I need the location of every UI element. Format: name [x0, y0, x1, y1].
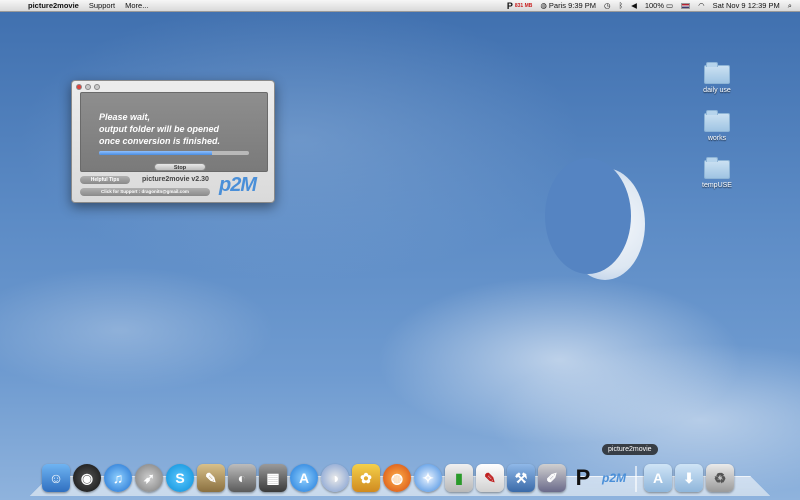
folder-label: works — [707, 135, 727, 142]
desktop-folder-daily-use[interactable]: daily use — [694, 62, 740, 94]
p2m-dock-icon[interactable]: p2M — [600, 464, 628, 492]
dock-tooltip: picture2movie — [602, 444, 658, 455]
time-machine-icon[interactable]: ◷ — [604, 0, 611, 12]
menu-app-name[interactable]: picture2movie — [28, 0, 79, 12]
battery-status[interactable]: 100% ▭ — [645, 0, 673, 12]
charts-icon[interactable]: ▮ — [445, 464, 473, 492]
itunes-icon[interactable]: ♫ — [104, 464, 132, 492]
brush-icon[interactable]: ✐ — [538, 464, 566, 492]
p-icon: P — [506, 0, 513, 11]
wifi-icon[interactable]: ◠ — [698, 0, 705, 12]
folder-label: tempUSE — [702, 182, 732, 189]
input-source[interactable] — [681, 2, 691, 9]
textedit-icon[interactable]: ✎ — [476, 464, 504, 492]
xcode-icon[interactable]: ⚒ — [507, 464, 535, 492]
battery-icon: ▭ — [666, 0, 674, 10]
folder-icon — [704, 157, 730, 179]
dashboard-icon[interactable]: ◉ — [73, 464, 101, 492]
status-message: Please wait, output folder will be opene… — [99, 111, 264, 147]
folder-label: daily use — [703, 87, 731, 94]
memory-status[interactable]: P 831 MB — [507, 0, 533, 12]
firefox-icon[interactable]: ◍ — [383, 464, 411, 492]
desktop-background — [0, 0, 800, 500]
stop-button[interactable]: Stop — [154, 163, 206, 171]
preview-icon[interactable]: ✎ — [197, 464, 225, 492]
helpful-tips-button[interactable]: Helpful Tips — [80, 176, 130, 184]
status-panel: Please wait, output folder will be opene… — [80, 92, 268, 172]
trash-icon[interactable]: ♻ — [706, 464, 734, 492]
us-flag-icon — [681, 2, 691, 9]
paint-icon[interactable]: ✿ — [352, 464, 380, 492]
google-earth-icon[interactable]: ◑ — [321, 464, 349, 492]
status-message-line2: output folder will be opened — [99, 124, 219, 134]
photo-booth-icon[interactable]: ▦ — [259, 464, 287, 492]
launchpad-icon[interactable]: ➶ — [135, 464, 163, 492]
menu-status-area: P 831 MB ◍ Paris 9:39 PM ◷ ᛒ ◀ 100% ▭ ◠ … — [507, 0, 800, 12]
zoom-button[interactable] — [94, 84, 100, 90]
support-button[interactable]: Click for Support : dragonitn@gmail.com — [80, 188, 210, 196]
window-controls — [76, 84, 100, 90]
conversion-progress-bar — [99, 151, 249, 155]
applications-stack-icon[interactable]: A — [644, 464, 672, 492]
menu-more[interactable]: More... — [125, 0, 148, 12]
clock[interactable]: Sat Nov 9 12:39 PM — [713, 0, 780, 12]
desktop-folder-works[interactable]: works — [694, 110, 740, 142]
menu-support[interactable]: Support — [89, 0, 115, 12]
facetime-icon[interactable]: ◐ — [228, 464, 256, 492]
finder-icon[interactable]: ☺ — [42, 464, 70, 492]
folder-icon — [704, 110, 730, 132]
folder-icon — [704, 62, 730, 84]
spotlight-search-icon[interactable]: ⌕ — [788, 0, 792, 12]
dock-divider — [635, 466, 637, 492]
status-message-line1: Please wait, — [99, 112, 151, 122]
p2m-logo: p2M — [219, 174, 257, 196]
picture2movie-window: Please wait, output folder will be opene… — [71, 80, 275, 203]
moon-shadow — [545, 158, 631, 274]
skype-icon[interactable]: S — [166, 464, 194, 492]
desktop-folder-tempuse[interactable]: tempUSE — [694, 157, 740, 189]
memory-value: 831 MB — [514, 2, 533, 9]
app-store-icon[interactable]: A — [290, 464, 318, 492]
globe-icon: ◍ — [540, 0, 547, 10]
dock: ☺ ◉ ♫ ➶ S ✎ ◐ ▦ A ◑ ✿ ◍ ✧ ▮ ✎ ⚒ ✐ P p2M … — [42, 460, 734, 492]
close-button[interactable] — [76, 84, 82, 90]
version-label: picture2movie v2.30 — [142, 176, 209, 183]
downloads-stack-icon[interactable]: ⬇ — [675, 464, 703, 492]
safari-icon[interactable]: ✧ — [414, 464, 442, 492]
p-app-icon[interactable]: P — [569, 464, 597, 492]
battery-label: 100% — [644, 0, 665, 10]
world-clock[interactable]: ◍ Paris 9:39 PM — [540, 0, 596, 12]
world-clock-label: Paris 9:39 PM — [548, 0, 597, 10]
volume-icon[interactable]: ◀ — [631, 0, 637, 12]
menu-bar: picture2movie Support More... P 831 MB ◍… — [0, 0, 800, 12]
status-message-line3: once conversion is finished. — [99, 136, 221, 146]
progress-fill — [99, 151, 212, 155]
bluetooth-icon[interactable]: ᛒ — [619, 0, 624, 12]
minimize-button[interactable] — [85, 84, 91, 90]
